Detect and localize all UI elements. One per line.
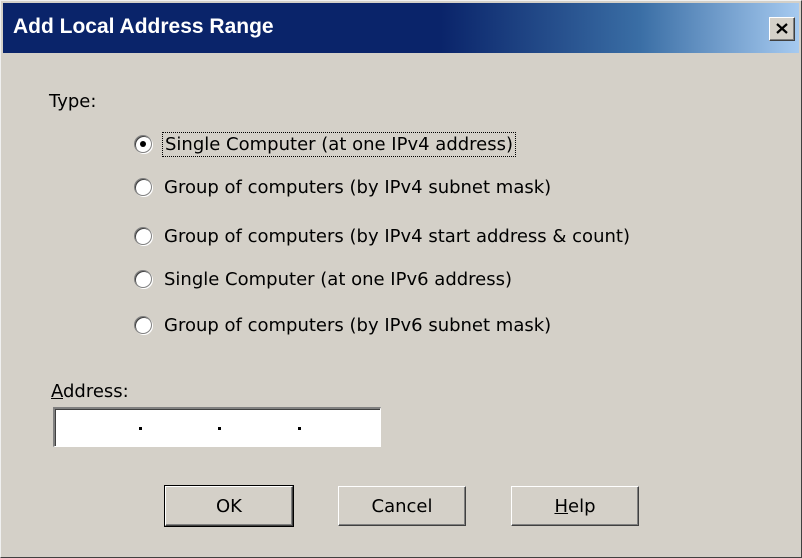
radio-option-single-ipv6[interactable]: Single Computer (at one IPv6 address) xyxy=(134,266,512,292)
radio-label-group-ipv4-range[interactable]: Group of computers (by IPv4 start addres… xyxy=(164,226,630,247)
radio-button-single-ipv6[interactable] xyxy=(134,270,152,288)
ip-octet-separator xyxy=(139,427,142,430)
help-mnemonic: H xyxy=(554,495,569,517)
ip-address-input[interactable] xyxy=(53,407,381,447)
radio-label-group-ipv4-subnet[interactable]: Group of computers (by IPv4 subnet mask) xyxy=(164,177,551,198)
window-title: Add Local Address Range xyxy=(13,15,274,38)
radio-button-group-ipv6-subnet[interactable] xyxy=(134,316,152,334)
address-label: Address: xyxy=(51,381,129,402)
radio-option-group-ipv6-subnet[interactable]: Group of computers (by IPv6 subnet mask) xyxy=(134,312,551,338)
radio-button-single-ipv4[interactable] xyxy=(134,135,152,153)
help-button[interactable]: Help xyxy=(511,486,639,526)
radio-button-group-ipv4-subnet[interactable] xyxy=(134,178,152,196)
ok-button[interactable]: OK xyxy=(164,485,294,527)
radio-label-single-ipv4[interactable]: Single Computer (at one IPv4 address) xyxy=(161,131,517,157)
help-label-rest: elp xyxy=(568,495,596,517)
radio-option-group-ipv4-subnet[interactable]: Group of computers (by IPv4 subnet mask) xyxy=(134,174,551,200)
radio-label-single-ipv6[interactable]: Single Computer (at one IPv6 address) xyxy=(164,269,512,290)
ip-octet-separator xyxy=(298,427,301,430)
radio-button-group-ipv4-range[interactable] xyxy=(134,227,152,245)
close-icon xyxy=(776,23,788,34)
address-label-rest: ddress: xyxy=(63,381,129,402)
radio-label-group-ipv6-subnet[interactable]: Group of computers (by IPv6 subnet mask) xyxy=(164,315,551,336)
radio-option-group-ipv4-range[interactable]: Group of computers (by IPv4 start addres… xyxy=(134,223,630,249)
close-button[interactable] xyxy=(769,17,795,41)
address-label-mnemonic: A xyxy=(51,381,63,402)
type-label: Type: xyxy=(49,91,97,112)
add-local-address-range-dialog: Add Local Address Range Type: Single Com… xyxy=(0,0,802,558)
radio-option-single-ipv4[interactable]: Single Computer (at one IPv4 address) xyxy=(134,131,517,157)
ip-octet-separator xyxy=(218,427,221,430)
cancel-button[interactable]: Cancel xyxy=(338,486,466,526)
title-bar[interactable]: Add Local Address Range xyxy=(3,3,799,53)
